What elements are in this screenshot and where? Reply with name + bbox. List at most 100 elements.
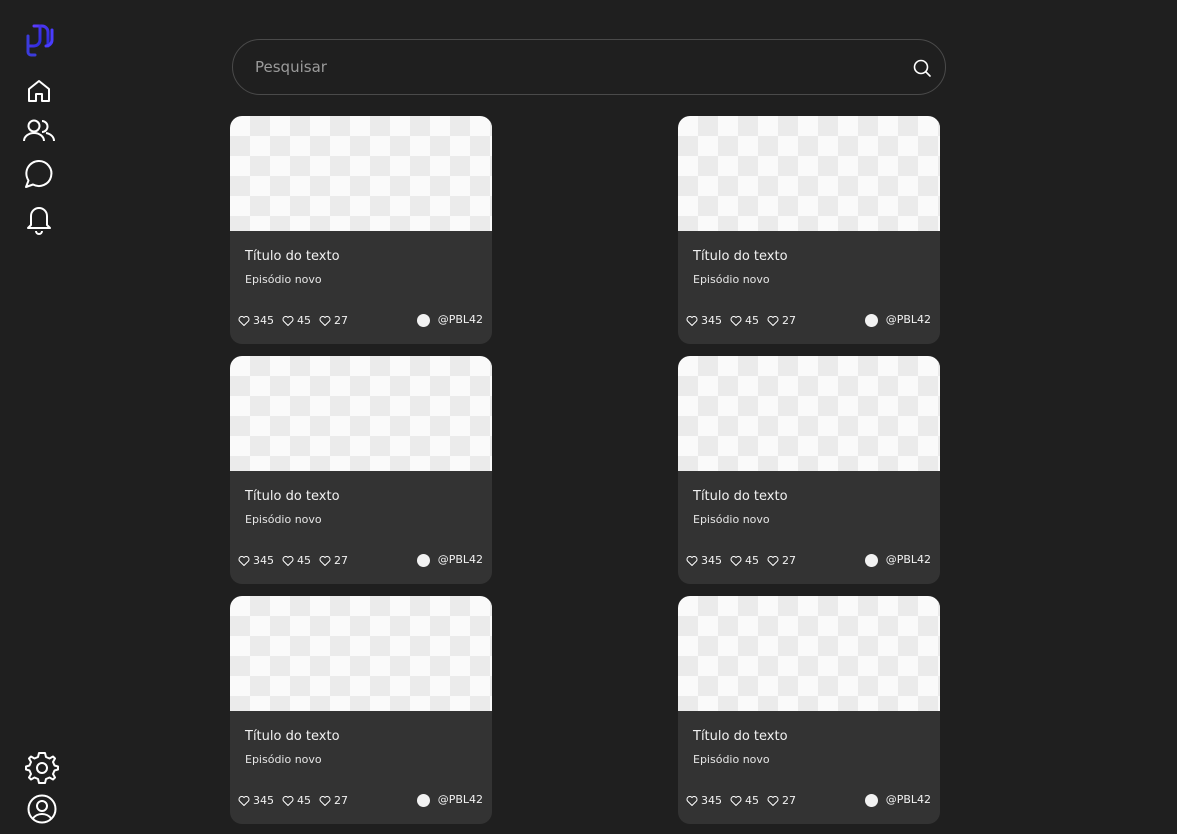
author-handle: @PBL42 <box>885 313 931 326</box>
stat-third-value: 27 <box>782 554 796 567</box>
stat-third-value: 27 <box>782 794 796 807</box>
heart-icon <box>730 315 742 327</box>
card-stats: 345 45 27 <box>238 314 356 328</box>
card-author[interactable]: @PBL42 <box>416 553 483 567</box>
author-handle: @PBL42 <box>885 793 931 806</box>
heart-icon <box>319 315 331 327</box>
heart-icon <box>319 555 331 567</box>
stat-likes[interactable]: 345 <box>238 794 274 808</box>
avatar <box>416 313 430 327</box>
stat-second-value: 45 <box>745 794 759 807</box>
stat-third[interactable]: 27 <box>319 314 348 328</box>
card-author[interactable]: @PBL42 <box>416 793 483 807</box>
stat-third[interactable]: 27 <box>767 794 796 808</box>
stat-third-value: 27 <box>782 314 796 327</box>
stat-third-value: 27 <box>334 554 348 567</box>
stat-likes[interactable]: 345 <box>686 794 722 808</box>
stat-likes-value: 345 <box>701 554 722 567</box>
stat-second-value: 45 <box>297 554 311 567</box>
stat-second-value: 45 <box>297 794 311 807</box>
stat-likes-value: 345 <box>253 554 274 567</box>
search-button[interactable] <box>911 57 933 79</box>
heart-icon <box>730 555 742 567</box>
author-handle: @PBL42 <box>437 553 483 566</box>
content-card[interactable]: Título do texto Episódio novo 345 45 27 <box>230 356 492 584</box>
content-card[interactable]: Título do texto Episódio novo 345 45 27 <box>678 356 940 584</box>
card-thumbnail <box>230 356 492 471</box>
heart-icon <box>686 555 698 567</box>
heart-icon <box>282 315 294 327</box>
logo-icon <box>26 24 54 57</box>
chat-icon <box>25 159 53 188</box>
card-title: Título do texto <box>245 249 340 264</box>
card-author[interactable]: @PBL42 <box>864 793 931 807</box>
stat-second[interactable]: 45 <box>730 554 759 568</box>
stat-likes[interactable]: 345 <box>686 554 722 568</box>
card-author[interactable]: @PBL42 <box>864 313 931 327</box>
avatar <box>864 313 878 327</box>
card-subtitle: Episódio novo <box>245 273 322 286</box>
heart-icon <box>238 555 250 567</box>
content-card[interactable]: Título do texto Episódio novo 345 45 27 <box>678 596 940 824</box>
stat-likes-value: 345 <box>253 314 274 327</box>
stat-likes[interactable]: 345 <box>238 554 274 568</box>
card-subtitle: Episódio novo <box>693 273 770 286</box>
heart-icon <box>238 795 250 807</box>
stat-likes[interactable]: 345 <box>238 314 274 328</box>
heart-icon <box>282 795 294 807</box>
bell-icon <box>27 207 51 235</box>
card-thumbnail <box>678 356 940 471</box>
heart-icon <box>767 315 779 327</box>
heart-icon <box>730 795 742 807</box>
stat-second[interactable]: 45 <box>730 314 759 328</box>
author-handle: @PBL42 <box>437 793 483 806</box>
app-logo[interactable] <box>24 22 56 58</box>
heart-icon <box>686 795 698 807</box>
card-subtitle: Episódio novo <box>693 513 770 526</box>
nav-users-button[interactable] <box>21 113 57 149</box>
stat-second[interactable]: 45 <box>730 794 759 808</box>
avatar <box>864 553 878 567</box>
card-subtitle: Episódio novo <box>245 513 322 526</box>
search-icon <box>913 59 931 77</box>
stat-second[interactable]: 45 <box>282 794 311 808</box>
content-card[interactable]: Título do texto Episódio novo 345 45 27 <box>230 116 492 344</box>
content-card[interactable]: Título do texto Episódio novo 345 45 27 <box>678 116 940 344</box>
card-author[interactable]: @PBL42 <box>864 553 931 567</box>
stat-third-value: 27 <box>334 794 348 807</box>
card-thumbnail <box>678 116 940 231</box>
card-stats: 345 45 27 <box>686 314 804 328</box>
stat-third[interactable]: 27 <box>767 554 796 568</box>
avatar <box>864 793 878 807</box>
home-icon <box>28 80 50 102</box>
nav-profile-button[interactable] <box>24 791 60 827</box>
card-thumbnail <box>678 596 940 711</box>
stat-third[interactable]: 27 <box>767 314 796 328</box>
stat-likes-value: 345 <box>701 794 722 807</box>
card-stats: 345 45 27 <box>238 554 356 568</box>
card-author[interactable]: @PBL42 <box>416 313 483 327</box>
stat-likes-value: 345 <box>701 314 722 327</box>
stat-second[interactable]: 45 <box>282 314 311 328</box>
card-subtitle: Episódio novo <box>245 753 322 766</box>
nav-chat-button[interactable] <box>21 156 57 192</box>
search-input[interactable] <box>255 40 895 94</box>
nav-notifications-button[interactable] <box>21 201 57 237</box>
nav-home-button[interactable] <box>21 73 57 109</box>
author-handle: @PBL42 <box>885 553 931 566</box>
nav-settings-button[interactable] <box>24 749 60 785</box>
card-stats: 345 45 27 <box>686 554 804 568</box>
gear-icon <box>25 752 59 784</box>
stat-third[interactable]: 27 <box>319 554 348 568</box>
stat-second-value: 45 <box>745 314 759 327</box>
author-handle: @PBL42 <box>437 313 483 326</box>
stat-third[interactable]: 27 <box>319 794 348 808</box>
heart-icon <box>319 795 331 807</box>
content-card[interactable]: Título do texto Episódio novo 345 45 27 <box>230 596 492 824</box>
heart-icon <box>282 555 294 567</box>
heart-icon <box>767 555 779 567</box>
stat-likes[interactable]: 345 <box>686 314 722 328</box>
stat-second-value: 45 <box>297 314 311 327</box>
stat-second[interactable]: 45 <box>282 554 311 568</box>
card-stats: 345 45 27 <box>238 794 356 808</box>
